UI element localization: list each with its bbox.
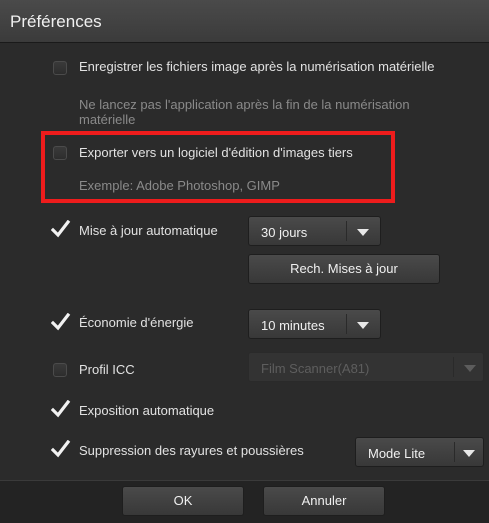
auto-update-checkbox[interactable] [51,220,71,238]
icc-profile-checkbox[interactable] [53,363,67,377]
chevron-down-icon [357,322,369,329]
check-updates-button[interactable]: Rech. Mises à jour [248,254,440,284]
icc-profile-select[interactable]: Film Scanner(A81) [248,352,484,382]
dust-removal-label: Suppression des rayures et poussières [79,443,304,458]
power-delay-value: 10 minutes [261,318,325,333]
checkmark-icon [51,440,71,458]
save-images-checkbox[interactable] [53,61,67,75]
update-interval-value: 30 jours [261,225,308,240]
auto-exposure-checkbox[interactable] [51,400,71,418]
dust-removal-mode-select[interactable]: Mode Lite [355,437,484,467]
power-delay-select[interactable]: 10 minutes [248,309,381,339]
window-title: Préférences [10,12,102,31]
dust-removal-checkbox[interactable] [51,440,71,458]
title-bar: Préférences [0,0,489,43]
icc-profile-value: Film Scanner(A81) [261,361,370,376]
export-editor-label: Exporter vers un logiciel d'édition d'im… [79,145,353,160]
chevron-down-icon [463,450,475,457]
checkmark-icon [51,220,71,238]
checkmark-icon [51,313,71,331]
power-saving-label: Économie d'énergie [79,315,194,330]
checkmark-icon [51,400,71,418]
cancel-button[interactable]: Annuler [263,486,385,516]
chevron-down-icon [357,229,369,236]
icc-profile-label: Profil ICC [79,362,135,377]
export-editor-description: Exemple: Adobe Photoshop, GIMP [79,178,280,193]
dust-removal-mode-value: Mode Lite [368,446,426,461]
power-saving-checkbox[interactable] [51,313,71,331]
save-images-label: Enregistrer les fichiers image après la … [79,59,435,74]
ok-button[interactable]: OK [122,486,244,516]
auto-exposure-label: Exposition automatique [79,403,215,418]
auto-update-label: Mise à jour automatique [79,223,218,238]
chevron-down-icon [464,365,476,372]
export-editor-checkbox[interactable] [53,146,67,160]
dialog-footer: OK Annuler [0,480,489,523]
update-interval-select[interactable]: 30 jours [248,216,381,246]
save-images-description: Ne lancez pas l'application après la fin… [79,97,410,127]
